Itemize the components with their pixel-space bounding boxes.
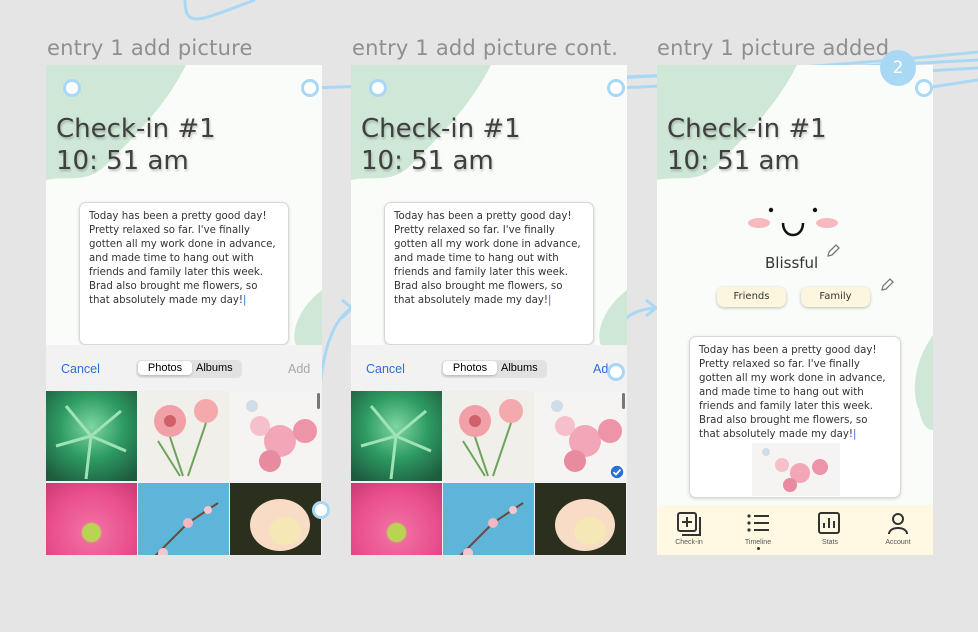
add-button[interactable]: Ad <box>593 362 608 376</box>
checkin-time: 10: 51 am <box>667 146 800 176</box>
photo-pink-flowers-selected[interactable] <box>535 391 626 481</box>
journal-entry-card[interactable]: Today has been a pretty good day! Pretty… <box>689 336 901 498</box>
tab-label: Check-in <box>675 539 703 546</box>
blissful-face-icon <box>748 207 838 237</box>
tag-friends[interactable]: Friends <box>717 287 786 307</box>
connector-node <box>63 79 81 97</box>
picker-toolbar: Cancel Photos Albums Ad <box>351 345 627 391</box>
tab-photos[interactable]: Photos <box>138 361 192 375</box>
checkin-title: Check-in #1 <box>667 114 827 144</box>
mood-label: Blissful <box>765 254 819 272</box>
connector-node <box>301 79 319 97</box>
tab-label: Stats <box>822 539 838 546</box>
cancel-button[interactable]: Cancel <box>61 362 100 376</box>
photos-albums-segmented[interactable]: Photos Albums <box>441 360 547 378</box>
picker-toolbar: Cancel Photos Albums Add <box>46 345 322 391</box>
photo-picker: Cancel Photos Albums Add <box>46 345 322 555</box>
tab-label: Account <box>885 539 911 546</box>
connector-node <box>607 363 625 381</box>
photo-blue-sky-blossom[interactable] <box>138 483 229 555</box>
connector-node <box>369 79 387 97</box>
bar-chart-icon <box>818 512 840 534</box>
tab-albums[interactable]: Albums <box>501 362 538 374</box>
photo-pink-daisy[interactable] <box>46 483 137 555</box>
entry-text: Today has been a pretty good day! Pretty… <box>89 211 276 306</box>
photos-albums-segmented[interactable]: Photos Albums <box>136 360 242 378</box>
attached-photo[interactable] <box>752 443 840 496</box>
connector-node <box>607 79 625 97</box>
tab-label: Timeline <box>744 539 772 546</box>
checkin-title: Check-in #1 <box>56 114 216 144</box>
add-button-disabled[interactable]: Add <box>288 362 310 376</box>
list-icon <box>747 514 769 532</box>
journal-entry-textarea[interactable]: Today has been a pretty good day! Pretty… <box>79 202 289 345</box>
photo-pink-flowers[interactable] <box>230 391 321 481</box>
checkin-time: 10: 51 am <box>361 146 494 176</box>
checkin-heading: Check-in #1 10: 51 am <box>667 113 827 177</box>
checkin-heading: Check-in #1 10: 51 am <box>56 113 216 177</box>
connector-node <box>312 501 330 519</box>
entry-text: Today has been a pretty good day! Pretty… <box>394 211 581 306</box>
photo-blue-sky-blossom[interactable] <box>443 483 534 555</box>
photo-peach-tulip[interactable] <box>230 483 321 555</box>
phone-frame-3: Check-in #1 10: 51 am Blissful Friends F… <box>657 65 933 555</box>
photo-succulent[interactable] <box>351 391 442 481</box>
frame-title: entry 1 picture added <box>657 36 890 60</box>
add-checkin-icon <box>677 512 701 536</box>
tab-timeline[interactable]: Timeline <box>733 511 783 550</box>
scrollbar[interactable] <box>622 393 625 409</box>
checkin-heading: Check-in #1 10: 51 am <box>361 113 521 177</box>
tab-albums[interactable]: Albums <box>196 362 233 374</box>
notification-badge: 2 <box>880 50 916 86</box>
tab-account[interactable]: Account <box>873 511 923 546</box>
photo-picker: Cancel Photos Albums Ad <box>351 345 627 555</box>
phone-frame-1: Check-in #1 10: 51 am Today has been a p… <box>46 65 322 555</box>
scrollbar[interactable] <box>317 393 320 409</box>
checkin-title: Check-in #1 <box>361 114 521 144</box>
checkin-time: 10: 51 am <box>56 146 189 176</box>
photo-gerbera-vase[interactable] <box>443 391 534 481</box>
user-icon <box>888 513 908 535</box>
photo-grid <box>351 391 627 555</box>
photo-succulent[interactable] <box>46 391 137 481</box>
bottom-tab-bar: Check-in Timeline Stats Account <box>657 505 933 555</box>
edit-mood-pencil-icon[interactable] <box>825 243 841 259</box>
photo-grid <box>46 391 322 555</box>
entry-text: Today has been a pretty good day! Pretty… <box>699 345 886 440</box>
tab-photos[interactable]: Photos <box>443 361 497 375</box>
tab-checkin[interactable]: Check-in <box>664 511 714 546</box>
tab-stats[interactable]: Stats <box>805 511 855 546</box>
journal-entry-textarea[interactable]: Today has been a pretty good day! Pretty… <box>384 202 594 345</box>
active-dot <box>756 547 760 550</box>
connector-node <box>915 79 933 97</box>
photo-pink-daisy[interactable] <box>351 483 442 555</box>
phone-frame-2: Check-in #1 10: 51 am Today has been a p… <box>351 65 627 555</box>
cancel-button[interactable]: Cancel <box>366 362 405 376</box>
checkmark-icon <box>609 464 625 480</box>
edit-tags-pencil-icon[interactable] <box>879 277 895 293</box>
frame-title: entry 1 add picture <box>47 36 253 60</box>
photo-peach-tulip[interactable] <box>535 483 626 555</box>
photo-gerbera-vase[interactable] <box>138 391 229 481</box>
frame-title: entry 1 add picture cont. <box>352 36 619 60</box>
tag-family[interactable]: Family <box>801 287 870 307</box>
